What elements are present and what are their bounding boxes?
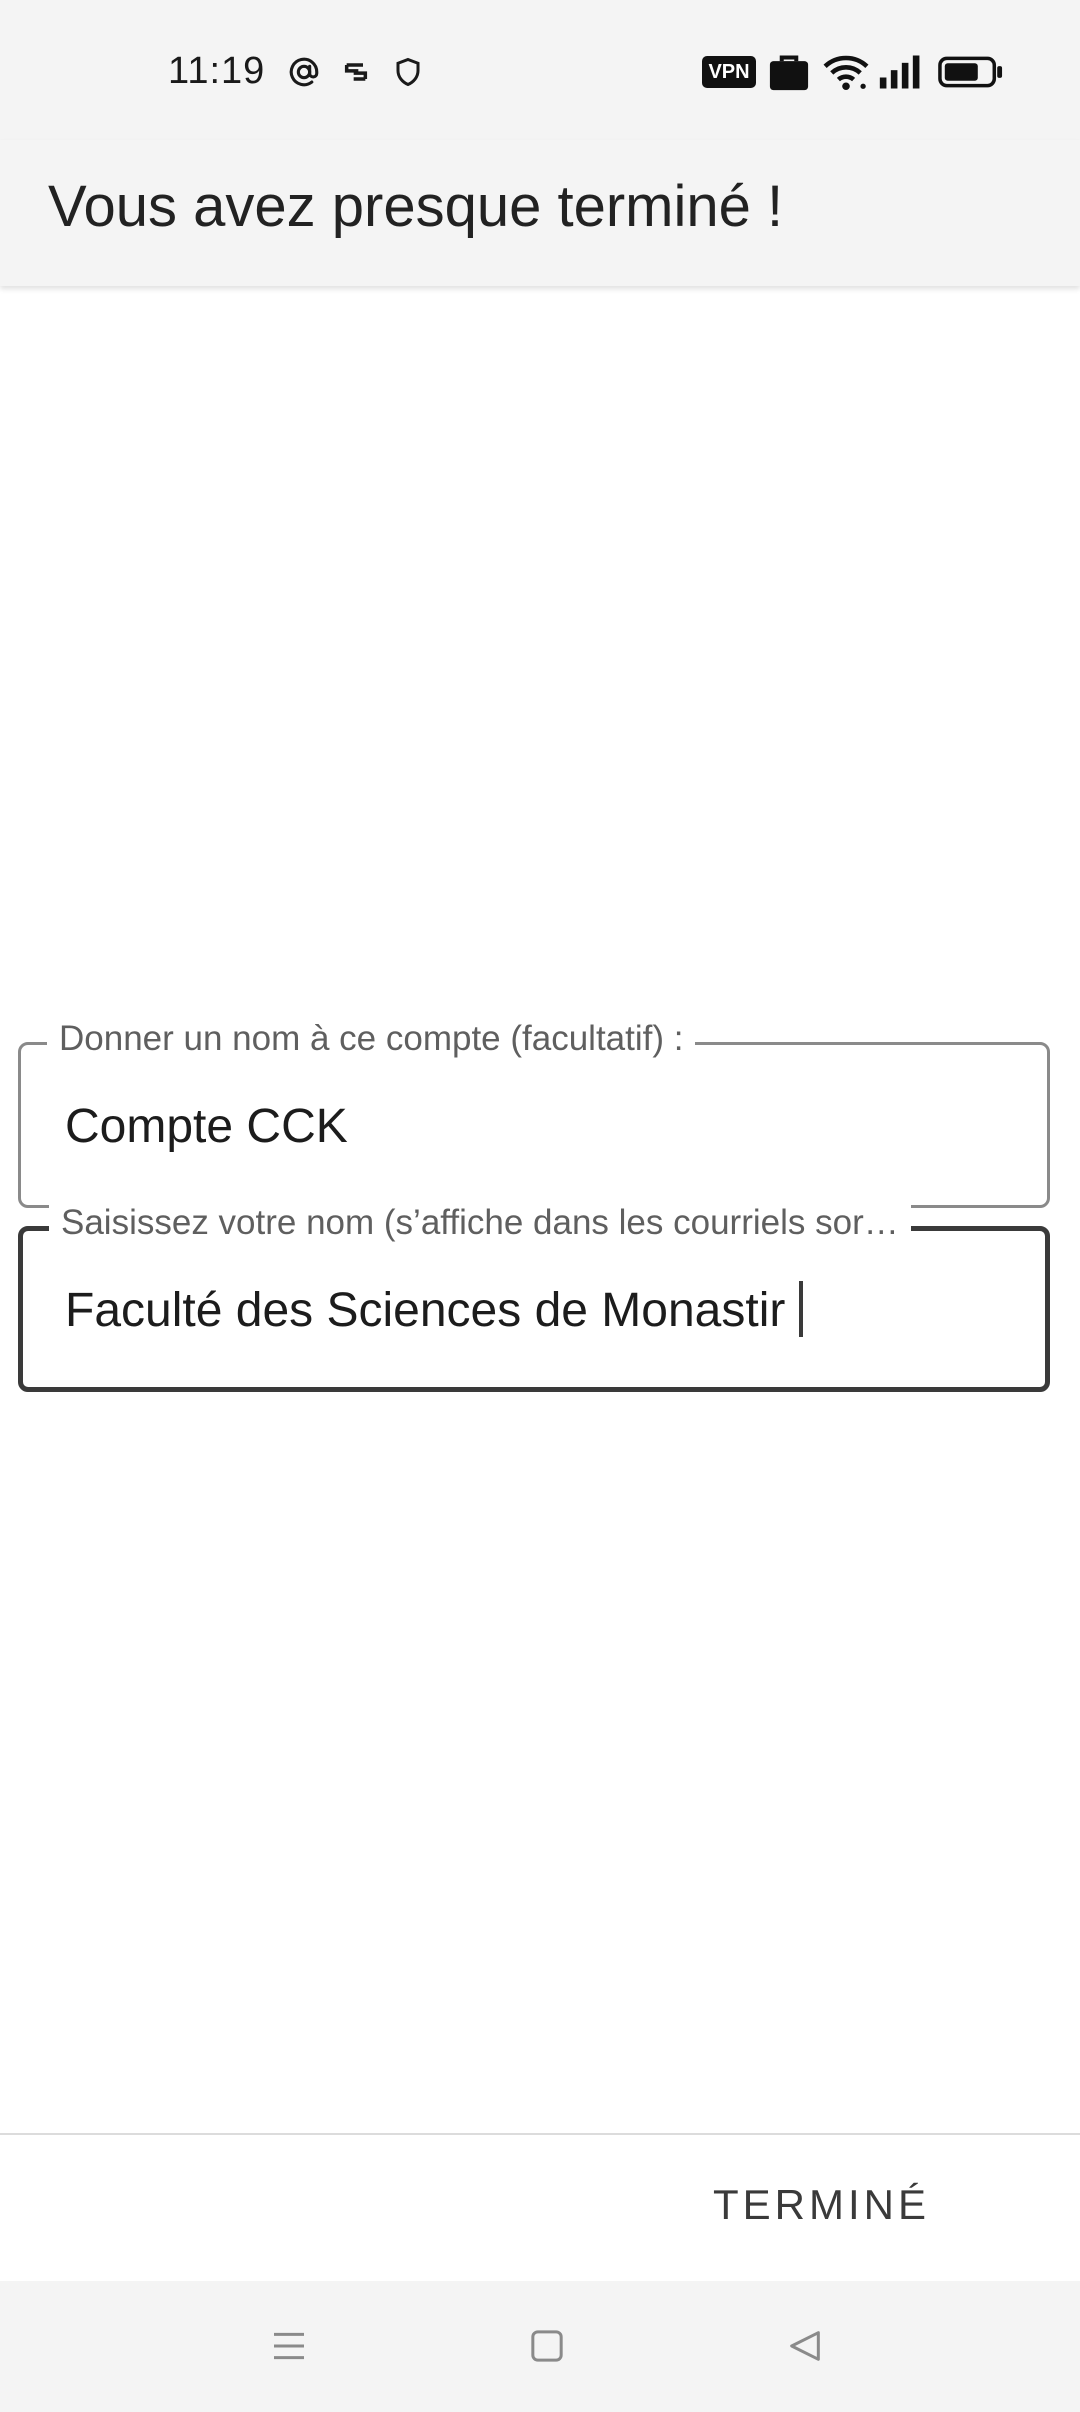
home-icon[interactable] bbox=[512, 2311, 582, 2381]
account-name-value: Compte CCK bbox=[65, 1100, 348, 1153]
page-title: Vous avez presque terminé ! bbox=[48, 174, 784, 239]
vpn-badge: VPN bbox=[702, 56, 756, 88]
menu-icon[interactable] bbox=[254, 2311, 324, 2381]
link-icon bbox=[336, 52, 376, 92]
your-name-value: Faculté des Sciences de Monastir bbox=[65, 1284, 786, 1337]
shield-icon bbox=[388, 52, 428, 92]
app-bar: Vous avez presque terminé ! bbox=[0, 140, 1080, 286]
battery-icon bbox=[936, 52, 1006, 92]
your-name-value-wrap: Faculté des Sciences de Monastir bbox=[65, 1281, 804, 1338]
wifi-icon bbox=[822, 52, 870, 92]
your-name-label: Saisissez votre nom (s’affiche dans les … bbox=[49, 1203, 911, 1243]
status-bar: 11:19 VPN bbox=[0, 0, 1080, 140]
status-time: 11:19 bbox=[168, 50, 266, 92]
bottom-action-bar: TERMINÉ bbox=[0, 2133, 1080, 2281]
text-cursor bbox=[799, 1281, 804, 1338]
back-icon[interactable] bbox=[770, 2311, 840, 2381]
briefcase-icon bbox=[766, 52, 812, 92]
your-name-field[interactable]: Saisissez votre nom (s’affiche dans les … bbox=[18, 1203, 1050, 1392]
account-name-field[interactable]: Donner un nom à ce compte (facultatif) :… bbox=[18, 1019, 1050, 1208]
system-nav-bar bbox=[0, 2281, 1080, 2412]
done-button[interactable]: TERMINÉ bbox=[713, 2181, 930, 2229]
account-name-label: Donner un nom à ce compte (facultatif) : bbox=[47, 1019, 696, 1059]
signal-icon bbox=[876, 52, 924, 92]
at-sign-icon bbox=[284, 52, 324, 92]
screen: 11:19 VPN Vous avez presque terminé ! Do… bbox=[0, 0, 1080, 2412]
